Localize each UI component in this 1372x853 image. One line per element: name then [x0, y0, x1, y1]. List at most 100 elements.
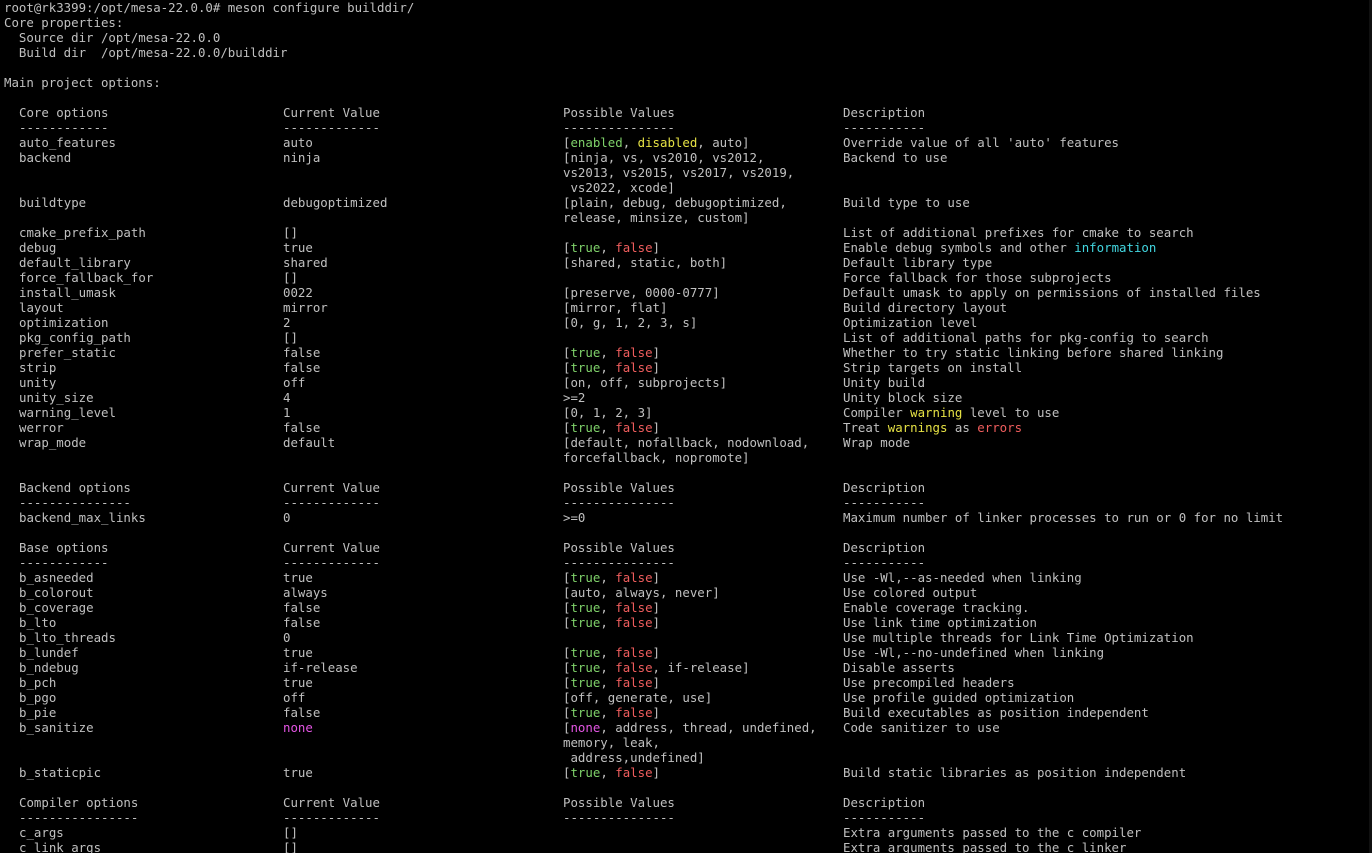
text-segment: ]: [652, 675, 661, 690]
text-segment: ,: [600, 660, 616, 675]
option-row: b_staticpic true Build static libraries as…: [0, 765, 1372, 780]
option-name: wrap_mode: [19, 435, 87, 450]
text-segment: Use precompiled headers: [843, 675, 1015, 690]
option-possible-values: [true, false]: [563, 345, 660, 360]
text-segment: Use profile guided optimization: [843, 690, 1075, 705]
text-segment: [on, off, subprojects]: [563, 375, 728, 390]
option-description: Unity block size: [843, 390, 962, 405]
option-description: Compiler warning level to use: [843, 405, 1059, 420]
description-header: Description: [843, 795, 926, 810]
option-value: 4: [283, 390, 291, 405]
text-segment: , auto]: [697, 135, 750, 150]
option-possible-values: address,undefined]: [563, 750, 704, 765]
text-segment: >=2: [563, 390, 586, 405]
text-segment: Use multiple threads for Link Time Optim…: [843, 630, 1194, 645]
option-row: layout mirror Build directory layout [mirro…: [0, 300, 1372, 315]
text-segment: List of additional paths for pkg-config …: [843, 330, 1209, 345]
text-segment: Use colored output: [843, 585, 978, 600]
text-segment: true: [570, 660, 601, 675]
option-row: b_lundef true Use -Wl,--no-undefined when …: [0, 645, 1372, 660]
option-name: b_pie: [19, 705, 57, 720]
text-segment: ,: [600, 420, 616, 435]
option-description: Unity build: [843, 375, 925, 390]
option-description: Build directory layout: [843, 300, 1007, 315]
option-value: true: [283, 570, 313, 585]
text-segment: Compiler: [843, 405, 911, 420]
text-segment: ,: [600, 570, 616, 585]
text-segment: Build static libraries as position indep…: [843, 765, 1187, 780]
option-name: b_pch: [19, 675, 57, 690]
possible-values-header: Possible Values: [563, 540, 675, 555]
option-possible-values: [true, false]: [563, 705, 660, 720]
dash-separator: -------------: [283, 495, 380, 510]
option-name: b_lundef: [19, 645, 79, 660]
option-possible-values: release, minsize, custom]: [563, 210, 750, 225]
dash-separator: -----------: [843, 495, 926, 510]
prompt-line: root@rk3399:/opt/mesa-22.0.0# meson conf…: [0, 0, 1372, 15]
text-segment: ]: [652, 600, 661, 615]
text-segment: Backend to use: [843, 150, 948, 165]
source-dir-line: Source dir /opt/mesa-22.0.0: [0, 30, 1372, 45]
option-possible-values: [none, address, thread, undefined,: [563, 720, 817, 735]
text-segment: errors: [977, 420, 1023, 435]
option-possible-values: [mirror, flat]: [563, 300, 667, 315]
option-name: optimization: [19, 315, 109, 330]
options-group-title: Backend options: [19, 480, 131, 495]
text-segment: forcefallback, nopromote]: [563, 450, 750, 465]
text-segment: ,: [600, 360, 616, 375]
text-segment: none: [570, 720, 601, 735]
option-description: Use profile guided optimization: [843, 690, 1074, 705]
option-description: Use multiple threads for Link Time Optim…: [843, 630, 1194, 645]
option-name: b_pgo: [19, 690, 57, 705]
text-segment: Wrap mode: [843, 435, 911, 450]
main-options-heading: Main project options:: [0, 75, 1372, 90]
text-segment: vs2022, xcode]: [563, 180, 675, 195]
option-row: b_pgo off Use profile guided optimization […: [0, 690, 1372, 705]
text-segment: Code sanitizer to use: [843, 720, 1000, 735]
text-segment: ,: [600, 765, 616, 780]
option-description: List of additional paths for pkg-config …: [843, 330, 1209, 345]
text-segment: Extra arguments passed to the c linker: [843, 840, 1127, 853]
text-segment: false: [615, 420, 653, 435]
text-segment: [preserve, 0000-0777]: [563, 285, 720, 300]
text-segment: Extra arguments passed to the c compiler: [843, 825, 1142, 840]
section-divider: ----------------------------------------…: [0, 555, 1372, 570]
option-value: auto: [283, 135, 313, 150]
option-row: buildtype debugoptimized Build type to use…: [0, 195, 1372, 210]
text-segment: Unity block size: [843, 390, 963, 405]
option-description: Backend to use: [843, 150, 947, 165]
text-segment: ,: [600, 600, 616, 615]
description-header: Description: [843, 105, 926, 120]
text-segment: [0, 1, 2, 3]: [563, 405, 653, 420]
option-row: unity_size 4 Unity block size >=2: [0, 390, 1372, 405]
option-possible-values: [preserve, 0000-0777]: [563, 285, 720, 300]
option-row: unity off Unity build [on, off, subprojects…: [0, 375, 1372, 390]
option-possible-values: [plain, debug, debugoptimized,: [563, 195, 787, 210]
option-value: []: [283, 270, 298, 285]
dash-separator: ---------------: [563, 120, 675, 135]
option-row-continuation: memory, leak,: [0, 735, 1372, 750]
option-value: 2: [283, 315, 291, 330]
option-description: List of additional prefixes for cmake to…: [843, 225, 1194, 240]
dash-separator: ---------------: [19, 495, 131, 510]
dash-separator: ------------: [19, 555, 109, 570]
option-possible-values: vs2013, vs2015, vs2017, vs2019,: [563, 165, 794, 180]
option-value: []: [283, 840, 298, 853]
option-possible-values: [true, false]: [563, 765, 660, 780]
core-properties-label: Core properties:: [4, 15, 124, 30]
option-description: Extra arguments passed to the c linker: [843, 840, 1126, 853]
text-segment: ]: [652, 615, 661, 630]
text-segment: true: [570, 600, 601, 615]
text-segment: ,: [622, 135, 638, 150]
option-name: force_fallback_for: [19, 270, 154, 285]
option-description: Disable asserts: [843, 660, 955, 675]
option-row: strip false Strip targets on install [true,…: [0, 360, 1372, 375]
terminal-window[interactable]: root@rk3399:/opt/mesa-22.0.0# meson conf…: [0, 0, 1372, 853]
option-value: mirror: [283, 300, 328, 315]
dash-separator: ----------------: [19, 810, 139, 825]
text-segment: >=0: [563, 510, 586, 525]
text-segment: false: [615, 765, 653, 780]
text-segment: true: [570, 345, 601, 360]
option-description: Code sanitizer to use: [843, 720, 1000, 735]
main-options-label: Main project options:: [4, 75, 161, 90]
